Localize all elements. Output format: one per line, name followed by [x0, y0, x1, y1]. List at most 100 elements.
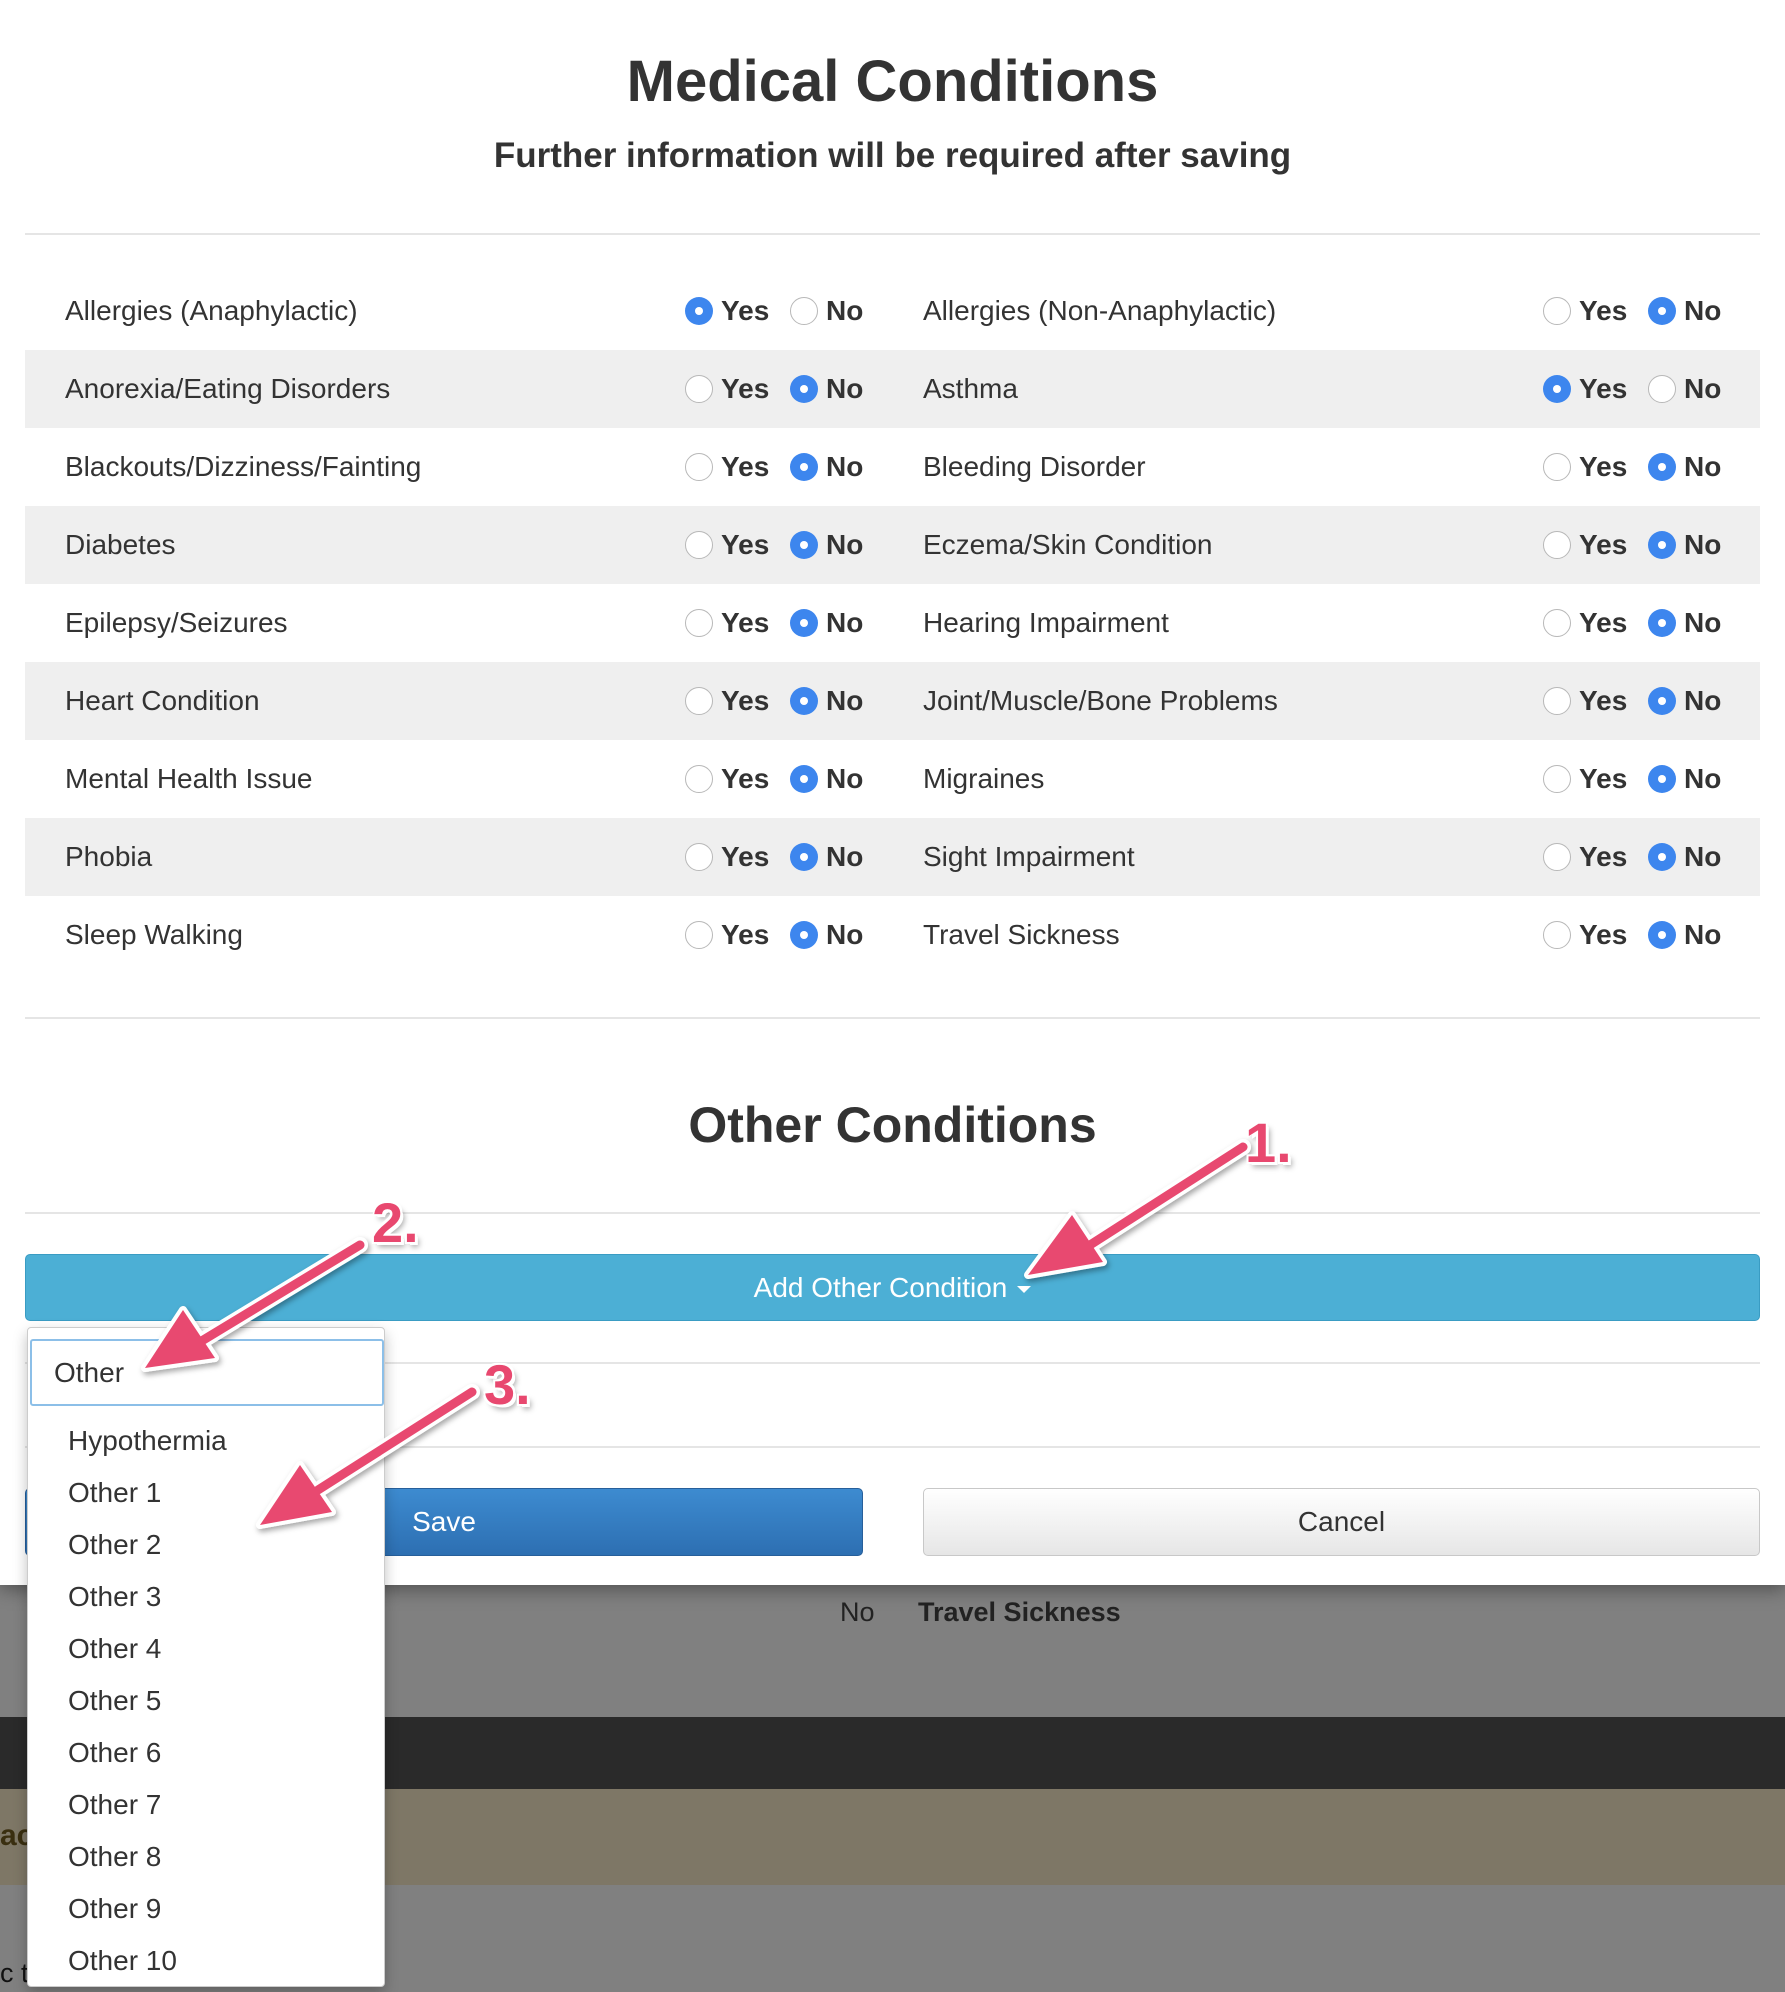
radio-no[interactable]: No [790, 272, 863, 350]
radio-no[interactable]: No [790, 350, 863, 428]
radio-yes[interactable]: Yes [685, 428, 769, 506]
radio-circle-icon[interactable] [685, 531, 713, 559]
radio-circle-icon[interactable] [685, 843, 713, 871]
radio-yes[interactable]: Yes [685, 584, 769, 662]
radio-circle-icon[interactable] [1648, 297, 1676, 325]
radio-circle-icon[interactable] [685, 687, 713, 715]
radio-no[interactable]: No [790, 584, 863, 662]
radio-no[interactable]: No [1648, 584, 1721, 662]
radio-circle-icon[interactable] [1543, 921, 1571, 949]
radio-circle-icon[interactable] [790, 375, 818, 403]
radio-yes[interactable]: Yes [1543, 818, 1627, 896]
radio-yes[interactable]: Yes [685, 662, 769, 740]
dropdown-option[interactable]: Other 8 [28, 1831, 384, 1883]
add-other-condition-label: Add Other Condition [753, 1271, 1008, 1303]
radio-yes[interactable]: Yes [1543, 506, 1627, 584]
dropdown-option[interactable]: Other 2 [28, 1519, 384, 1571]
radio-circle-icon[interactable] [1648, 765, 1676, 793]
add-other-condition-button[interactable]: Add Other Condition [25, 1254, 1760, 1321]
dropdown-option[interactable]: Other 6 [28, 1727, 384, 1779]
radio-no[interactable]: No [790, 506, 863, 584]
dropdown-option[interactable]: Other 10 [28, 1935, 384, 1987]
radio-yes[interactable]: Yes [1543, 350, 1627, 428]
radio-circle-icon[interactable] [1648, 687, 1676, 715]
radio-yes[interactable]: Yes [685, 272, 769, 350]
radio-circle-icon[interactable] [790, 921, 818, 949]
radio-circle-icon[interactable] [1543, 609, 1571, 637]
radio-no[interactable]: No [1648, 818, 1721, 896]
condition-label: Travel Sickness [923, 919, 1120, 950]
radio-circle-icon[interactable] [1648, 531, 1676, 559]
radio-circle-icon[interactable] [1543, 297, 1571, 325]
radio-circle-icon[interactable] [1543, 531, 1571, 559]
radio-no[interactable]: No [790, 428, 863, 506]
radio-yes[interactable]: Yes [1543, 662, 1627, 740]
radio-circle-icon[interactable] [1648, 843, 1676, 871]
condition-label: Sight Impairment [923, 841, 1135, 872]
radio-circle-icon[interactable] [685, 375, 713, 403]
radio-no[interactable]: No [790, 662, 863, 740]
radio-circle-icon[interactable] [790, 765, 818, 793]
radio-circle-icon[interactable] [1543, 843, 1571, 871]
radio-yes[interactable]: Yes [1543, 740, 1627, 818]
radio-no[interactable]: No [790, 896, 863, 974]
background-travel-text: Travel Sickness [918, 1597, 1121, 1627]
radio-no[interactable]: No [1648, 350, 1721, 428]
dropdown-search-input[interactable] [30, 1339, 384, 1406]
condition-label: Hearing Impairment [923, 607, 1169, 638]
dropdown-option[interactable]: Other 3 [28, 1571, 384, 1623]
radio-circle-icon[interactable] [1543, 375, 1571, 403]
radio-yes[interactable]: Yes [685, 506, 769, 584]
radio-no[interactable]: No [1648, 896, 1721, 974]
radio-circle-icon[interactable] [685, 765, 713, 793]
radio-circle-icon[interactable] [1543, 687, 1571, 715]
radio-circle-icon[interactable] [790, 843, 818, 871]
radio-no[interactable]: No [1648, 506, 1721, 584]
condition-label: Phobia [65, 841, 153, 872]
dropdown-option[interactable]: Hypothermia [28, 1415, 384, 1467]
radio-no-label: No [826, 607, 864, 638]
dropdown-option[interactable]: Other 1 [28, 1467, 384, 1519]
dropdown-option[interactable]: Other 4 [28, 1623, 384, 1675]
radio-circle-icon[interactable] [790, 609, 818, 637]
radio-yes[interactable]: Yes [1543, 272, 1627, 350]
radio-yes[interactable]: Yes [685, 740, 769, 818]
radio-yes-label: Yes [1579, 373, 1628, 404]
radio-yes[interactable]: Yes [685, 818, 769, 896]
condition-dropdown: HypothermiaOther 1Other 2Other 3Other 4O… [27, 1327, 385, 1987]
radio-no-label: No [1684, 295, 1722, 326]
radio-circle-icon[interactable] [790, 297, 818, 325]
radio-circle-icon[interactable] [685, 921, 713, 949]
radio-yes[interactable]: Yes [1543, 896, 1627, 974]
radio-no[interactable]: No [1648, 272, 1721, 350]
radio-no[interactable]: No [1648, 740, 1721, 818]
radio-no[interactable]: No [790, 818, 863, 896]
radio-circle-icon[interactable] [1648, 453, 1676, 481]
radio-circle-icon[interactable] [1543, 453, 1571, 481]
radio-circle-icon[interactable] [685, 609, 713, 637]
radio-circle-icon[interactable] [790, 687, 818, 715]
radio-circle-icon[interactable] [1648, 921, 1676, 949]
radio-circle-icon[interactable] [790, 453, 818, 481]
radio-circle-icon[interactable] [790, 531, 818, 559]
radio-yes-label: Yes [721, 529, 770, 560]
radio-circle-icon[interactable] [685, 297, 713, 325]
radio-no-label: No [826, 763, 864, 794]
radio-no[interactable]: No [1648, 662, 1721, 740]
cancel-button[interactable]: Cancel [923, 1488, 1760, 1556]
condition-label: Asthma [923, 373, 1018, 404]
dropdown-option[interactable]: Other 5 [28, 1675, 384, 1727]
radio-circle-icon[interactable] [1543, 765, 1571, 793]
radio-yes[interactable]: Yes [1543, 428, 1627, 506]
radio-yes[interactable]: Yes [1543, 584, 1627, 662]
radio-circle-icon[interactable] [685, 453, 713, 481]
dropdown-option[interactable]: Other 9 [28, 1883, 384, 1935]
radio-yes[interactable]: Yes [685, 350, 769, 428]
radio-circle-icon[interactable] [1648, 609, 1676, 637]
radio-no[interactable]: No [1648, 428, 1721, 506]
condition-label: Migraines [923, 763, 1045, 794]
dropdown-option[interactable]: Other 7 [28, 1779, 384, 1831]
radio-yes[interactable]: Yes [685, 896, 769, 974]
radio-no[interactable]: No [790, 740, 863, 818]
radio-circle-icon[interactable] [1648, 375, 1676, 403]
